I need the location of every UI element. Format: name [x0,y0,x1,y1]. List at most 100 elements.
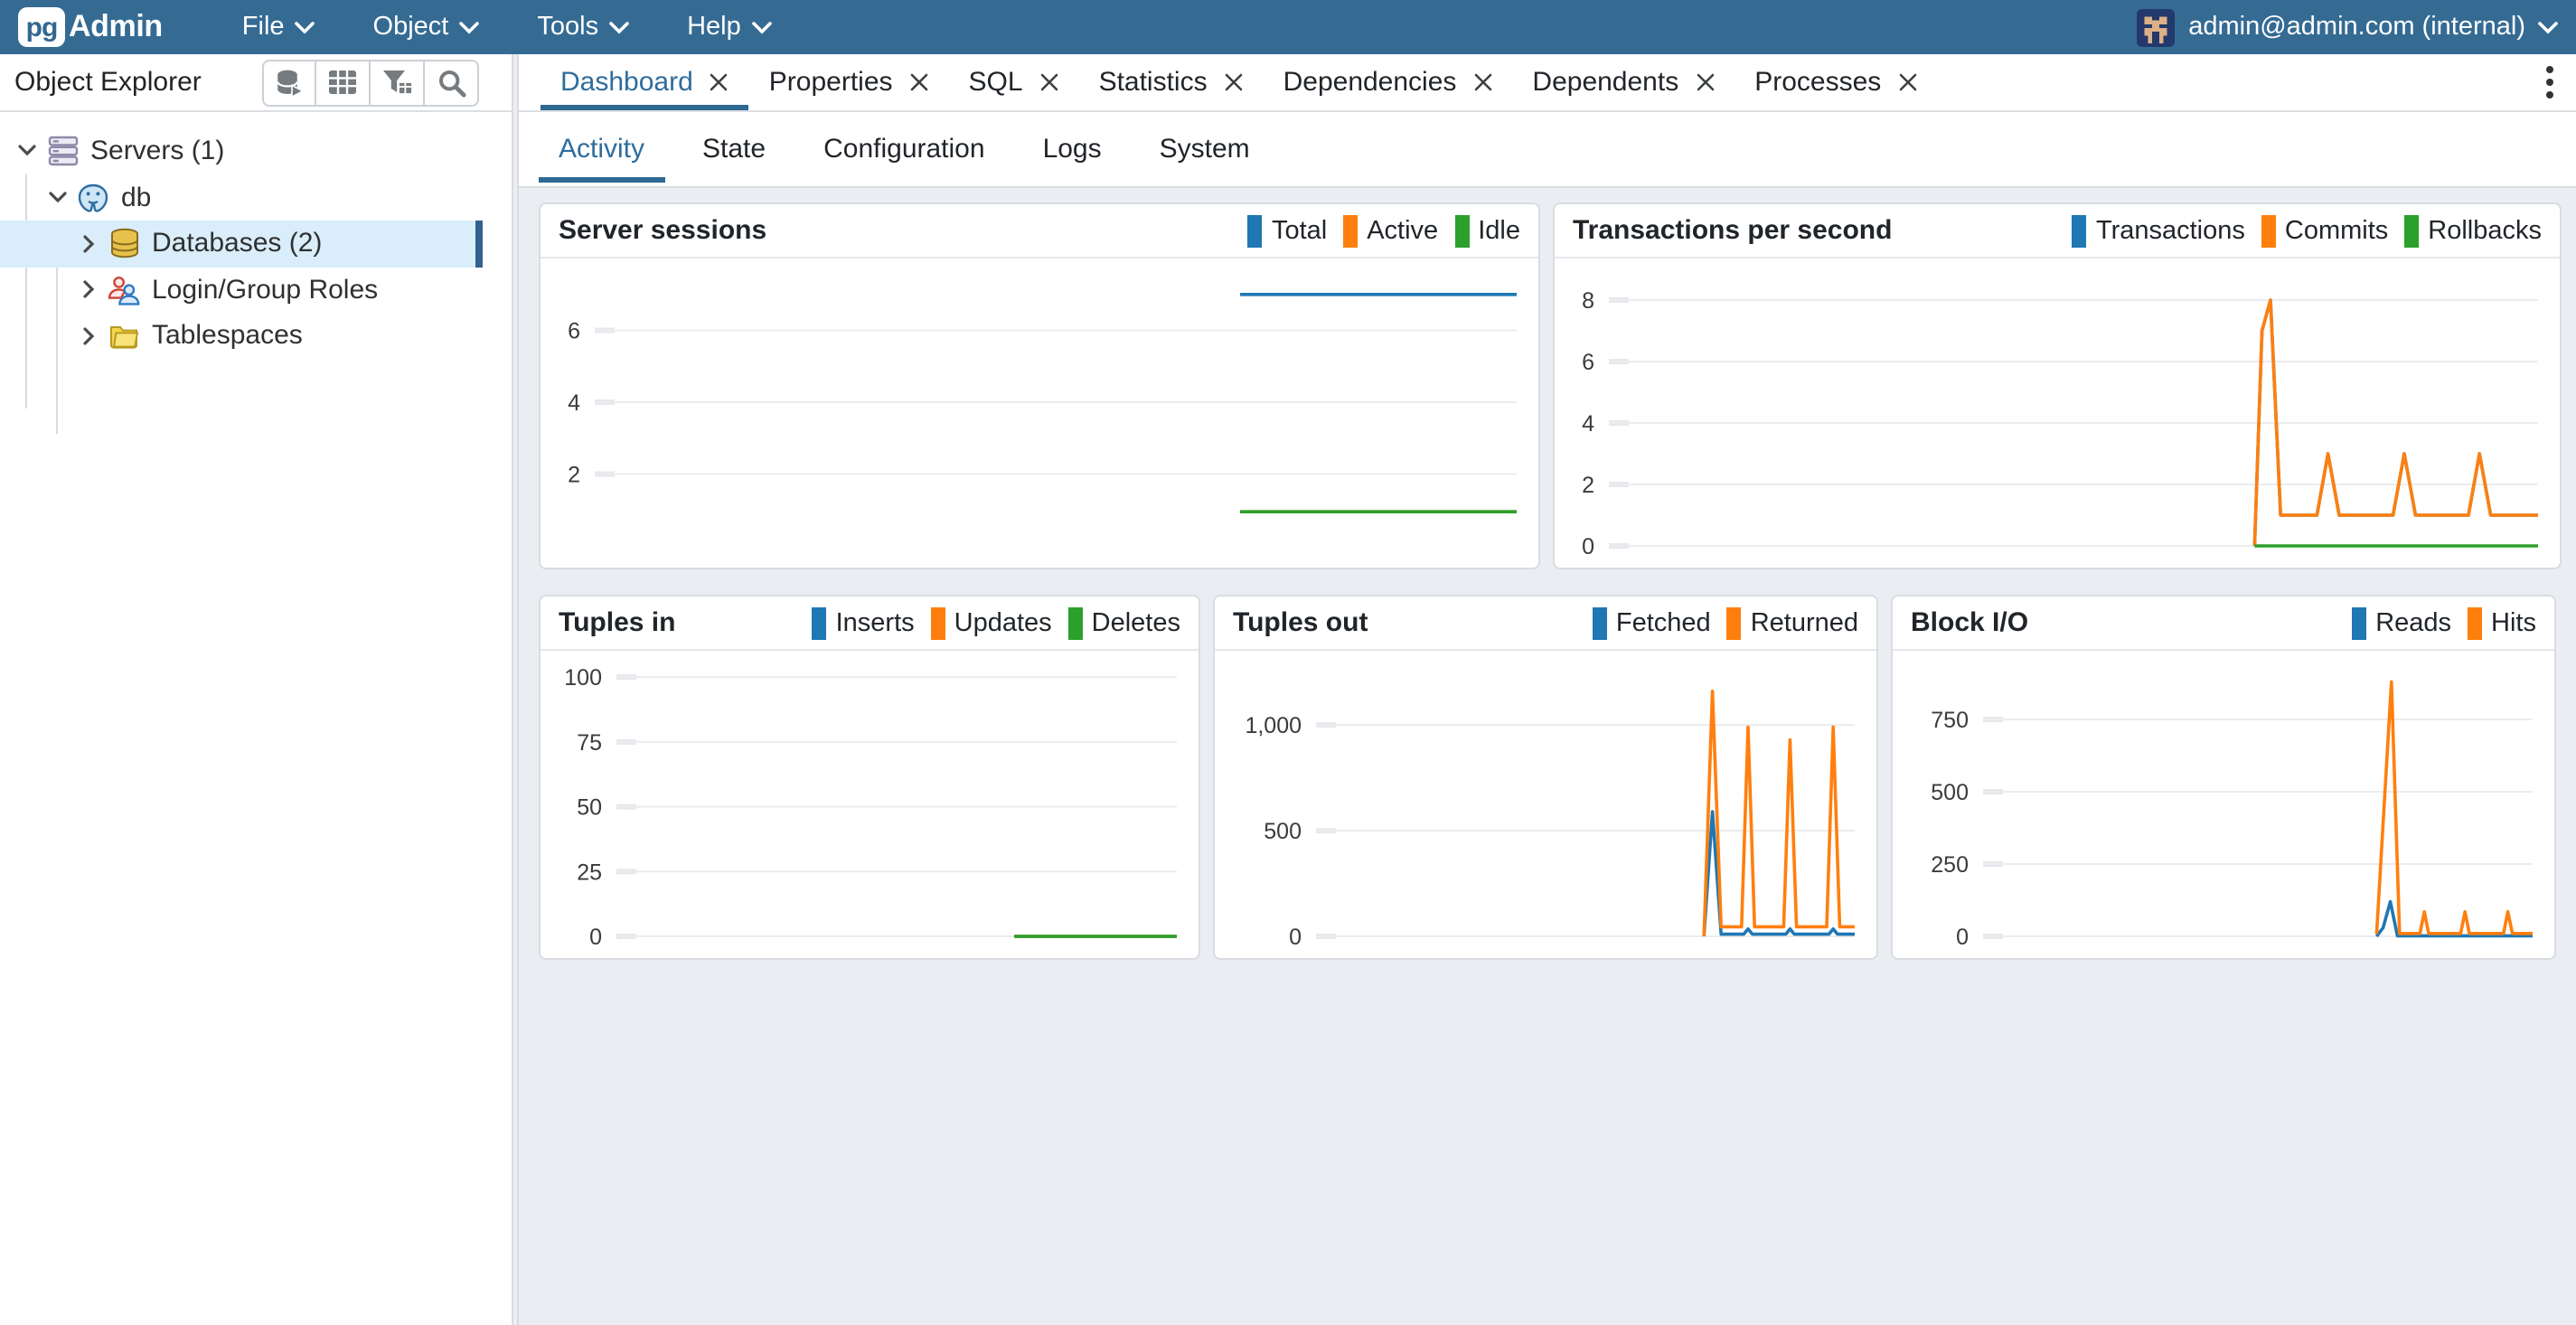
close-icon[interactable] [1695,72,1715,92]
tab-label: Dependencies [1283,67,1457,98]
legend-label: Rollbacks [2428,216,2542,245]
object-explorer-title: Object Explorer [14,67,202,98]
tab-sql[interactable]: SQL [949,54,1079,110]
tab-statistics[interactable]: Statistics [1079,54,1264,110]
tree-item-db[interactable]: db [0,174,483,221]
subtab-state[interactable]: State [682,112,785,186]
chart-title: Tuples in [559,607,675,638]
tree-item-servers-1[interactable]: Servers (1) [0,128,483,174]
tree-item-databases-2[interactable]: Databases (2) [0,221,483,267]
connect-database-button[interactable] [262,59,316,106]
connect-database-icon [274,68,305,97]
caret-down-icon[interactable] [45,192,71,204]
chart-plot-area: 246 [541,258,1538,568]
menu-label: Help [687,13,741,42]
legend-label: Updates [954,608,1052,637]
chevron-down-icon [459,21,479,33]
tab-processes[interactable]: Processes [1735,54,1937,110]
menu-object[interactable]: Object [373,13,480,42]
pgadmin-logo-icon: pg [18,7,65,47]
legend-label: Fetched [1616,608,1711,637]
close-icon[interactable] [909,72,929,92]
tab-strip-menu-button[interactable] [2524,65,2576,99]
chart-legend: TotalActiveIdle [1248,214,1520,247]
svg-text:750: 750 [1931,708,1969,733]
chart-title: Server sessions [559,215,766,246]
legend-item-transactions: Transactions [2073,214,2245,247]
tab-dependents[interactable]: Dependents [1512,54,1735,110]
caret-right-icon[interactable] [76,235,101,253]
chevron-down-icon [609,21,629,33]
view-data-icon [327,69,358,96]
subtab-activity[interactable]: Activity [539,112,664,186]
svg-text:8: 8 [1582,288,1594,314]
svg-text:6: 6 [1582,350,1594,375]
menu-label: Object [373,13,449,42]
tab-dependencies[interactable]: Dependencies [1264,54,1513,110]
kebab-icon [2545,65,2554,99]
chart-title: Transactions per second [1573,215,1892,246]
legend-swatch [2073,214,2087,247]
legend-label: Inserts [836,608,915,637]
legend-item-reads: Reads [2352,606,2451,639]
legend-swatch [1727,606,1742,639]
caret-right-icon[interactable] [76,281,101,299]
filter-data-button[interactable] [371,59,425,106]
tab-dashboard[interactable]: Dashboard [541,54,749,110]
menubar: File Object Tools Help [213,13,801,42]
view-data-button[interactable] [316,59,371,106]
close-icon[interactable] [1897,72,1917,92]
tree-item-label: Login/Group Roles [152,275,378,305]
chart-legend: Transactions Commits Rollbacks [2073,214,2542,247]
caret-right-icon[interactable] [76,327,101,345]
svg-text:6: 6 [568,319,580,344]
caret-down-icon[interactable] [14,146,40,158]
tree-item-label: db [121,183,151,213]
chart-plot-area: 0255075100 [541,651,1199,958]
close-icon[interactable] [1472,72,1492,92]
subtab-label: Configuration [823,134,984,164]
legend-label: Reads [2375,608,2451,637]
svg-text:4: 4 [1582,411,1594,437]
subtab-logs[interactable]: Logs [1023,112,1122,186]
tree-item-label: Servers (1) [90,136,224,167]
tree-item-tablespaces[interactable]: Tablespaces [0,313,483,359]
svg-text:4: 4 [568,390,580,416]
legend-item-total: Total [1248,214,1327,247]
legend-swatch [2468,606,2482,639]
chart-card-transactions-per-second: Transactions per second Transactions Commi… [1553,202,2562,569]
object-explorer-toolbar [262,59,479,106]
menu-help[interactable]: Help [687,13,772,42]
svg-text:25: 25 [577,860,602,885]
close-icon[interactable] [710,72,729,92]
user-menu[interactable]: admin@admin.com (internal) [2188,13,2558,42]
user-menu-label: admin@admin.com (internal) [2188,13,2525,42]
svg-text:2: 2 [1582,473,1594,498]
menu-file[interactable]: File [242,13,315,42]
tab-properties[interactable]: Properties [749,54,949,110]
legend-item-inserts: Inserts [813,606,915,639]
close-icon[interactable] [1039,72,1059,92]
dashboard-subtab-strip: Activity State Configuration LogsSystem [519,112,2576,188]
chevron-down-icon [296,21,315,33]
subtab-system[interactable]: System [1140,112,1270,186]
close-icon[interactable] [1224,72,1244,92]
database-icon [107,229,141,259]
chart-plot-area: 0250500750 [1893,651,2554,958]
tab-label: Properties [769,67,893,98]
tree-item-login-group-roles[interactable]: Login/Group Roles [0,267,483,313]
subtab-configuration[interactable]: Configuration [804,112,1004,186]
search-objects-button[interactable] [425,59,479,106]
server-stack-icon [45,136,80,167]
user-avatar [2136,8,2174,46]
subtab-label: Activity [559,134,644,164]
pgadmin-window: pg Admin FileObjectToolsHelp admin@admin… [0,0,2576,1325]
legend-item-hits: Hits [2468,606,2536,639]
panel-splitter[interactable] [512,54,519,1325]
tab-label: Dependents [1532,67,1678,98]
menu-tools[interactable]: Tools [537,13,629,42]
legend-label: Active [1367,216,1438,245]
chart-card-server-sessions: Server sessionsTotalActiveIdle246 [539,202,1540,569]
svg-text:0: 0 [1582,534,1594,559]
legend-label: Commits [2285,216,2388,245]
